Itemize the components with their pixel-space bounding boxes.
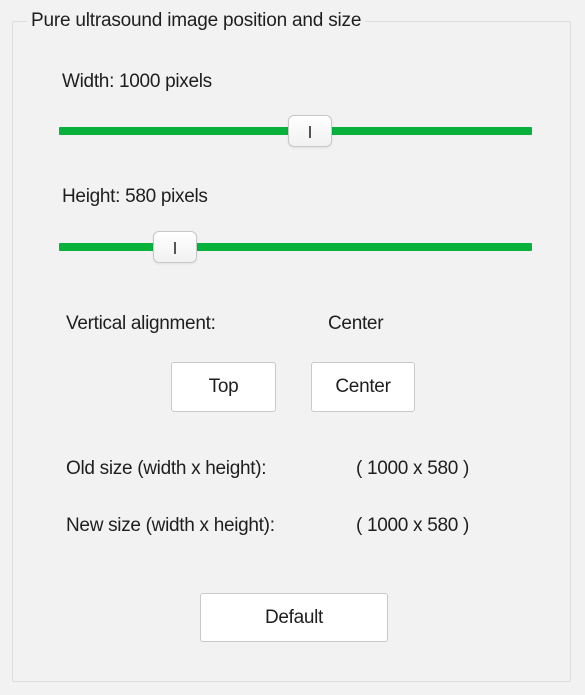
align-top-button[interactable]: Top: [171, 362, 276, 412]
new-size-label: New size (width x height):: [66, 515, 275, 536]
old-size-value: ( 1000 x 580 ): [356, 458, 470, 479]
new-size-value: ( 1000 x 580 ): [356, 515, 470, 536]
align-center-button[interactable]: Center: [311, 362, 415, 412]
old-size-label: Old size (width x height):: [66, 458, 267, 479]
width-slider-thumb[interactable]: [287, 115, 332, 147]
height-slider[interactable]: [59, 229, 532, 265]
slider-grip-icon: [173, 242, 176, 254]
width-slider[interactable]: [59, 113, 532, 149]
slider-grip-icon: [308, 126, 311, 138]
vertical-alignment-value: Center: [328, 313, 384, 334]
height-slider-thumb[interactable]: [152, 231, 197, 263]
height-label: Height: 580 pixels: [62, 186, 208, 207]
vertical-alignment-label: Vertical alignment:: [66, 313, 216, 334]
default-button[interactable]: Default: [200, 593, 388, 642]
width-label: Width: 1000 pixels: [62, 71, 212, 92]
height-slider-track[interactable]: [59, 243, 532, 251]
group-title: Pure ultrasound image position and size: [27, 9, 366, 33]
